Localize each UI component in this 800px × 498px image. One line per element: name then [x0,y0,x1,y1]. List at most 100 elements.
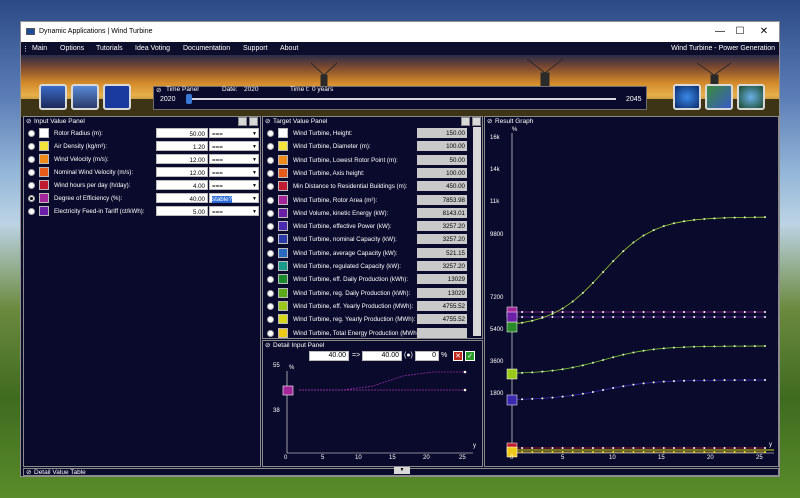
mode-select[interactable]: stable? ▼ [209,193,259,203]
mode-select[interactable]: === ▼ [209,167,259,177]
menu-main[interactable]: Main [32,45,47,52]
edit-icon[interactable] [238,117,247,126]
map-grid-icon[interactable] [705,84,733,110]
target-row[interactable]: Min Distance to Residential Buildings (m… [267,181,477,192]
target-value: 8143.01 [417,207,467,218]
time-slider-thumb[interactable] [186,94,192,104]
row-radio[interactable] [28,169,35,176]
earth-icon[interactable] [737,84,765,110]
input-row[interactable]: Air Density (kg/m³): 1.20 === ▼ [28,141,260,152]
result-point [764,447,766,449]
row-radio[interactable] [267,276,274,284]
target-row[interactable]: Wind Turbine, Axis height: 100.00 [267,167,477,179]
scenario-city-icon[interactable] [71,84,99,110]
row-radio[interactable] [267,156,274,164]
target-row[interactable]: Wind Turbine, eff. Yearly Production (MW… [267,300,477,312]
detail-xtick-0: 0 [284,455,288,461]
detail-input-panel: ⊘ Detail Input Panel 40.00 => 40.00 (●) … [262,340,483,467]
input-value-field[interactable]: 4.00 [156,180,208,190]
row-radio[interactable] [267,209,274,217]
menu-about[interactable]: About [280,45,298,52]
result-point [743,447,746,449]
row-radio[interactable] [267,316,274,324]
row-radio[interactable] [267,196,274,204]
target-row[interactable]: Wind Turbine, reg. Yearly Production (MW… [267,314,477,325]
mode-select[interactable]: === ▼ [209,128,259,138]
minimize-button[interactable]: — [711,25,729,39]
result-ytick-1800: 1800 [490,391,504,397]
input-row[interactable]: Wind hours per day (h/day): 4.00 === ▼ [28,180,260,191]
result-point [521,451,524,453]
maximize-button[interactable]: ☐ [731,25,749,39]
exit-door-icon[interactable] [103,84,131,110]
input-row[interactable]: Electricity Feed-in Tariff (ct/kWh): 5.00… [28,206,260,217]
target-row[interactable]: Wind Turbine, Height: 150.00 [267,128,477,139]
target-row[interactable]: Wind Turbine, regulated Capacity (kW): 32… [267,261,477,272]
input-value-field[interactable]: 50.00 [156,128,208,138]
mode-select[interactable]: === ▼ [209,180,259,190]
time-slider[interactable] [188,98,616,100]
detail-ytick-38: 38 [273,408,280,414]
target-row[interactable]: Wind Turbine, nominal Capacity (kW): 3257… [267,234,477,245]
row-radio[interactable] [267,236,274,244]
mode-select[interactable]: === ▼ [209,141,259,151]
target-row[interactable]: Wind Turbine, effective Power (kW): 3257.… [267,221,477,232]
collapse-icon[interactable] [249,117,258,126]
row-radio[interactable] [28,130,35,137]
input-value-field[interactable]: 12.00 [156,154,208,164]
input-row[interactable]: Degree of Efficiency (%): 40.00 stable? ▼ [28,193,260,204]
scenario-landscape-icon[interactable] [39,84,67,110]
target-row[interactable]: Wind Turbine, average Capacity (kW): 521.… [267,247,477,259]
mode-select[interactable]: === ▼ [209,154,259,164]
row-radio[interactable] [28,156,35,163]
input-row[interactable]: Nominal Wind Velocity (m/s): 12.00 === ▼ [28,167,260,178]
menu-idea-voting[interactable]: Idea Voting [135,45,170,52]
input-value-field[interactable]: 1.20 [156,141,208,151]
input-value-field[interactable]: 12.00 [156,167,208,177]
target-row[interactable]: Wind Turbine, reg. Daily Production (kWh… [267,287,477,299]
menu-tutorials[interactable]: Tutorials [96,45,123,52]
row-radio[interactable] [267,329,274,337]
target-row[interactable]: Wind Turbine, Lowest Rotor Point (m): 50.… [267,154,477,166]
row-radio[interactable] [267,302,274,310]
row-radio[interactable] [267,143,274,151]
result-point [703,379,706,382]
result-point [591,451,594,453]
row-radio[interactable] [267,130,274,137]
menu-options[interactable]: Options [60,45,84,52]
input-row[interactable]: Wind Velocity (m/s): 12.00 === ▼ [28,154,260,165]
expand-table-icon[interactable]: ▼ [394,467,410,474]
input-row[interactable]: Rotor Radius (m): 50.00 === ▼ [28,128,260,139]
mode-value: === [212,170,223,177]
close-button[interactable]: ✕ [755,25,773,39]
input-value-field[interactable]: 5.00 [156,206,208,216]
menu-support[interactable]: Support [243,45,268,52]
result-point [764,216,766,219]
target-row[interactable]: Wind Turbine, eff. Daily Production (kWh… [267,274,477,285]
menu-documentation[interactable]: Documentation [183,45,230,52]
globe-icon[interactable] [673,84,701,110]
target-scrollbar[interactable] [473,127,481,336]
row-radio[interactable] [267,249,274,257]
target-row[interactable]: Wind Volume, kinetic Energy (kW): 8143.01 [267,207,477,219]
row-radio[interactable] [267,263,274,270]
result-point [753,451,756,453]
row-radio[interactable] [28,195,35,202]
row-radio[interactable] [28,182,35,189]
row-radio[interactable] [267,289,274,297]
target-row[interactable]: Wind Turbine, Rotor Area (m²): 7853.98 [267,194,477,206]
target-row[interactable]: Wind Turbine, Total Energy Production (M… [267,327,477,339]
result-point [693,316,696,318]
color-swatch-icon [39,206,49,216]
mode-select[interactable]: === ▼ [209,206,259,216]
input-value-field[interactable]: 40.00 [156,193,208,203]
row-radio[interactable] [267,169,274,177]
row-radio[interactable] [28,208,35,215]
result-point [703,311,706,313]
result-point [703,447,706,449]
target-row[interactable]: Wind Turbine, Diameter (m): 100.00 [267,141,477,152]
row-radio[interactable] [267,183,274,191]
result-point [713,379,716,382]
row-radio[interactable] [28,143,35,150]
row-radio[interactable] [267,223,274,231]
